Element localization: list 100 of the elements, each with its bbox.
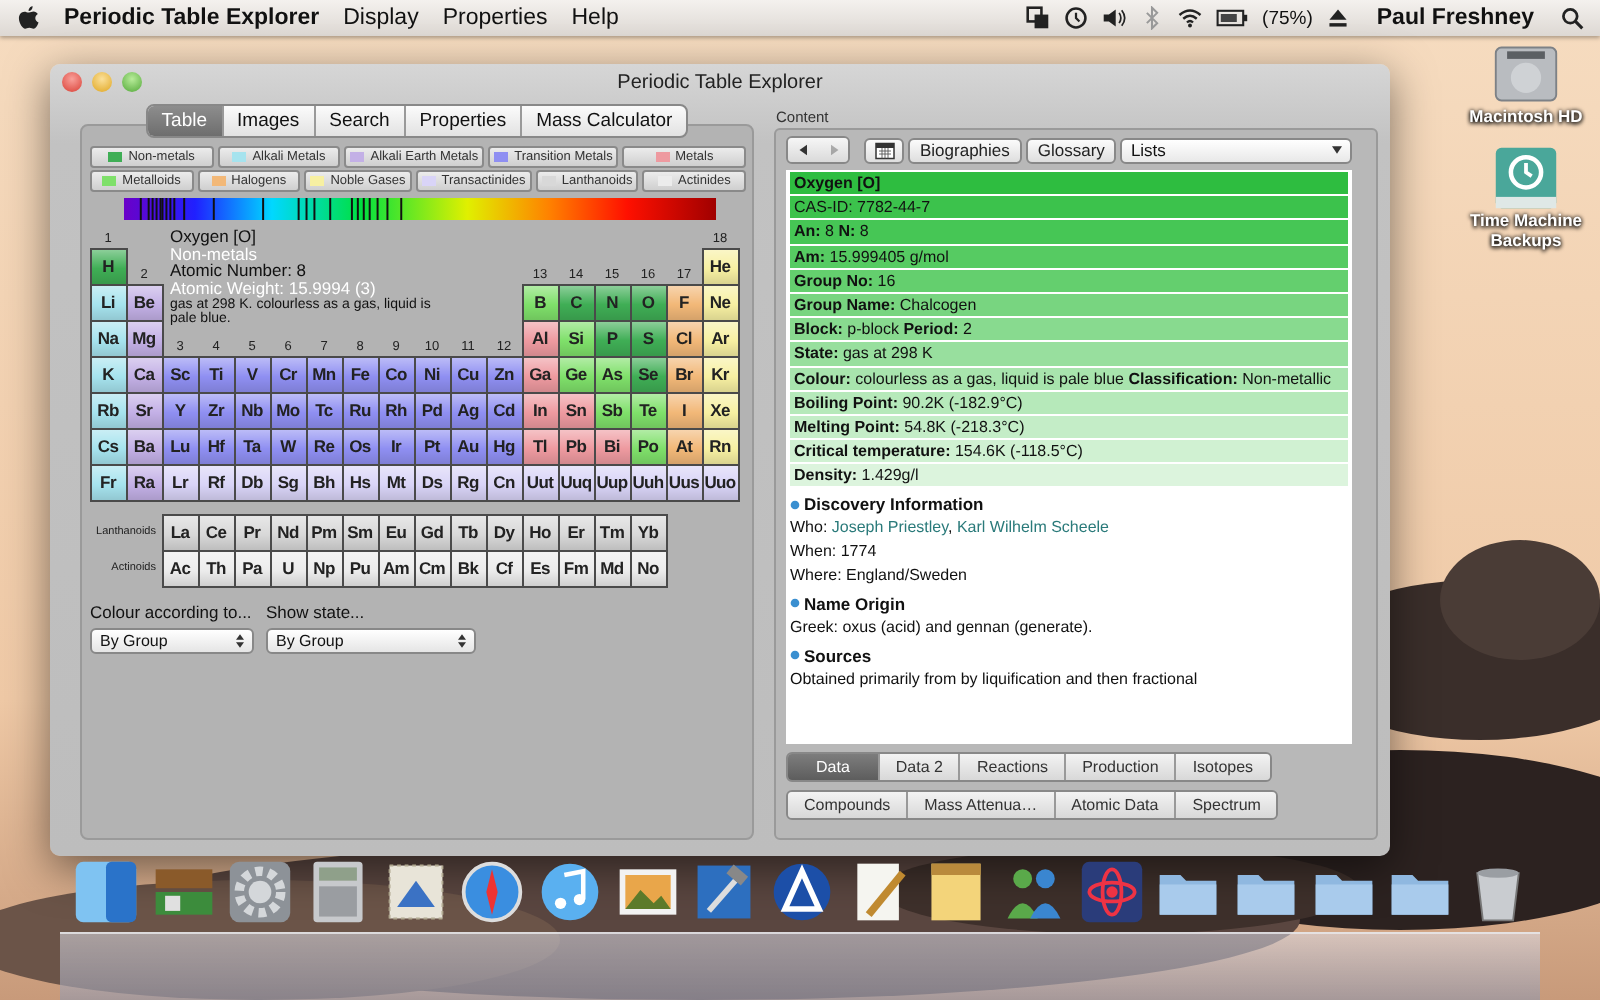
element-cell[interactable]: Ti: [197, 355, 235, 393]
element-cell[interactable]: Zr: [197, 391, 235, 429]
element-cell[interactable]: Mo: [269, 391, 307, 429]
element-cell[interactable]: Uup: [593, 463, 631, 501]
tab[interactable]: Mass Attenua…: [908, 792, 1056, 818]
element-cell[interactable]: Pt: [413, 427, 451, 465]
element-cell[interactable]: Au: [449, 427, 487, 465]
element-cell[interactable]: Np: [305, 549, 343, 587]
person-link[interactable]: Karl Wilhelm Scheele: [956, 518, 1109, 537]
element-cell[interactable]: Rn: [701, 427, 739, 465]
apple-icon[interactable]: [18, 5, 40, 31]
toolbar-button[interactable]: Glossary: [1025, 137, 1117, 163]
element-cell[interactable]: B: [521, 283, 559, 321]
mirror-icon[interactable]: [1026, 6, 1051, 30]
element-cell[interactable]: Nd: [269, 513, 307, 551]
element-cell[interactable]: Sg: [269, 463, 307, 501]
element-cell[interactable]: Mt: [377, 463, 415, 501]
element-cell[interactable]: Sc: [161, 355, 199, 393]
lists-dropdown[interactable]: Lists: [1120, 137, 1352, 163]
clock-icon[interactable]: [1064, 6, 1089, 30]
element-cell[interactable]: Rf: [197, 463, 235, 501]
element-cell[interactable]: La: [161, 513, 199, 551]
element-cell[interactable]: Rg: [449, 463, 487, 501]
element-cell[interactable]: Fe: [341, 355, 379, 393]
element-cell[interactable]: Cm: [413, 549, 451, 587]
element-cell[interactable]: Sn: [557, 391, 595, 429]
element-cell[interactable]: Yb: [629, 513, 667, 551]
element-cell[interactable]: Bi: [593, 427, 631, 465]
element-cell[interactable]: Os: [341, 427, 379, 465]
element-cell[interactable]: In: [521, 391, 559, 429]
compass-icon[interactable]: [458, 856, 527, 928]
element-cell[interactable]: Th: [197, 549, 235, 587]
element-cell[interactable]: K: [89, 355, 127, 393]
element-cell[interactable]: Cl: [665, 319, 703, 357]
element-cell[interactable]: Gd: [413, 513, 451, 551]
element-cell[interactable]: Db: [233, 463, 271, 501]
element-cell[interactable]: Tm: [593, 513, 631, 551]
toolbar-button[interactable]: Biographies: [908, 137, 1022, 163]
element-cell[interactable]: Ac: [161, 549, 199, 587]
element-cell[interactable]: Mn: [305, 355, 343, 393]
element-cell[interactable]: Eu: [377, 513, 415, 551]
element-cell[interactable]: He: [701, 247, 739, 285]
tab[interactable]: Images: [223, 106, 316, 136]
search-icon[interactable]: [1560, 6, 1584, 30]
element-cell[interactable]: At: [665, 427, 703, 465]
element-cell[interactable]: Md: [593, 549, 631, 587]
element-cell[interactable]: Lr: [161, 463, 199, 501]
element-cell[interactable]: Ni: [413, 355, 451, 393]
element-cell[interactable]: Hg: [485, 427, 523, 465]
tab[interactable]: Table: [147, 106, 224, 136]
element-cell[interactable]: Ce: [197, 513, 235, 551]
tab[interactable]: Data: [788, 754, 880, 780]
element-cell[interactable]: N: [593, 283, 631, 321]
element-cell[interactable]: Po: [629, 427, 667, 465]
element-cell[interactable]: Ds: [413, 463, 451, 501]
element-cell[interactable]: Na: [89, 319, 127, 357]
element-cell[interactable]: Pr: [233, 513, 271, 551]
element-cell[interactable]: Pu: [341, 549, 379, 587]
element-cell[interactable]: Ba: [125, 427, 163, 465]
element-cell[interactable]: Ca: [125, 355, 163, 393]
element-cell[interactable]: Pa: [233, 549, 271, 587]
element-cell[interactable]: Y: [161, 391, 199, 429]
element-cell[interactable]: Lu: [161, 427, 199, 465]
element-cell[interactable]: Bh: [305, 463, 343, 501]
element-cell[interactable]: Hf: [197, 427, 235, 465]
tab[interactable]: Production: [1066, 754, 1177, 780]
element-cell[interactable]: No: [629, 549, 667, 587]
colour-select[interactable]: By Group: [90, 628, 254, 654]
element-cell[interactable]: Ra: [125, 463, 163, 501]
element-cell[interactable]: Cn: [485, 463, 523, 501]
element-cell[interactable]: Ga: [521, 355, 559, 393]
back-button[interactable]: [788, 138, 818, 162]
element-cell[interactable]: Cf: [485, 549, 523, 587]
element-cell[interactable]: As: [593, 355, 631, 393]
element-cell[interactable]: H: [89, 247, 127, 285]
element-cell[interactable]: Uus: [665, 463, 703, 501]
element-cell[interactable]: Ru: [341, 391, 379, 429]
tab[interactable]: Atomic Data: [1055, 792, 1177, 818]
wifi-icon[interactable]: [1178, 6, 1203, 30]
menu-item[interactable]: Display: [343, 6, 419, 30]
app-menu[interactable]: Periodic Table Explorer: [64, 6, 320, 30]
user-name[interactable]: Paul Freshney: [1376, 6, 1534, 30]
element-cell[interactable]: Ag: [449, 391, 487, 429]
atom-icon[interactable]: [1077, 856, 1146, 928]
element-cell[interactable]: Ge: [557, 355, 595, 393]
element-cell[interactable]: Tb: [449, 513, 487, 551]
eject-icon[interactable]: [1326, 6, 1351, 30]
element-cell[interactable]: U: [269, 549, 307, 587]
element-cell[interactable]: Cs: [89, 427, 127, 465]
person-link[interactable]: Joseph Priestley: [831, 518, 949, 537]
element-cell[interactable]: Ta: [233, 427, 271, 465]
element-cell[interactable]: Uuh: [629, 463, 667, 501]
element-cell[interactable]: Re: [305, 427, 343, 465]
element-cell[interactable]: Pb: [557, 427, 595, 465]
element-cell[interactable]: Ne: [701, 283, 739, 321]
element-cell[interactable]: Zn: [485, 355, 523, 393]
element-cell[interactable]: Am: [377, 549, 415, 587]
element-cell[interactable]: Bk: [449, 549, 487, 587]
element-cell[interactable]: Al: [521, 319, 559, 357]
element-cell[interactable]: Er: [557, 513, 595, 551]
